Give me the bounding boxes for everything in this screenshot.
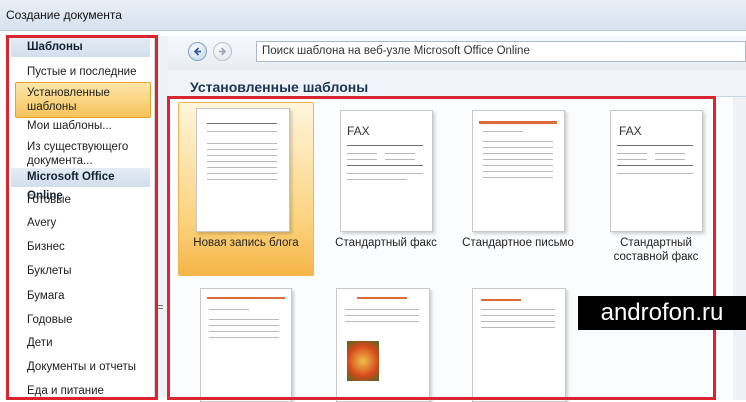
- template-thumbnail-blog: [196, 108, 290, 232]
- template-label-letter: Стандартное письмо: [462, 237, 574, 249]
- template-label-blog: Новая запись блога: [193, 237, 299, 249]
- arrow-left-icon: [193, 47, 201, 56]
- template-thumbnail-row2-1[interactable]: [200, 288, 292, 402]
- sidebar-item-kids[interactable]: Дети: [11, 336, 150, 350]
- sidebar-item-from-existing[interactable]: Из существующего документа...: [11, 140, 150, 168]
- sidebar-item-my-templates[interactable]: Мои шаблоны...: [11, 119, 150, 133]
- template-label-fax: Стандартный факс: [335, 237, 437, 249]
- splitter-grip[interactable]: [157, 305, 163, 306]
- title-bar: Создание документа: [0, 0, 746, 31]
- sidebar-item-food[interactable]: Еда и питание: [11, 384, 150, 397]
- template-search-input[interactable]: Поиск шаблона на веб-узле Microsoft Offi…: [256, 41, 746, 62]
- template-thumbnail-letter[interactable]: [472, 110, 565, 232]
- sidebar-item-installed-templates[interactable]: Установленные шаблоны: [11, 86, 150, 114]
- sidebar-header-templates: Шаблоны: [11, 38, 150, 57]
- template-label-composite-fax: Стандартный составной факс: [613, 237, 699, 263]
- sidebar-item-avery[interactable]: Avery: [11, 216, 150, 230]
- template-thumbnail-composite-fax[interactable]: FAX: [610, 110, 703, 232]
- window-title: Создание документа: [6, 8, 122, 22]
- flower-image: [347, 341, 379, 381]
- sidebar-item-documents-reports[interactable]: Документы и отчеты: [11, 360, 150, 374]
- splitter-grip[interactable]: [157, 308, 163, 309]
- sidebar-item-ready[interactable]: Готовые: [11, 193, 150, 207]
- sidebar-item-paper[interactable]: Бумага: [11, 289, 150, 303]
- watermark: androfon.ru: [578, 296, 746, 330]
- sidebar-item-business[interactable]: Бизнес: [11, 240, 150, 254]
- template-thumbnail-row2-2[interactable]: [336, 288, 430, 402]
- sidebar-item-annual[interactable]: Годовые: [11, 313, 150, 327]
- grid-scrollbar[interactable]: [733, 97, 746, 400]
- fax-thumb-text: FAX: [619, 124, 642, 138]
- template-thumbnail-row2-3[interactable]: [472, 288, 566, 402]
- back-button[interactable]: [188, 42, 207, 61]
- forward-button[interactable]: [213, 42, 232, 61]
- pane-splitter[interactable]: [154, 36, 168, 397]
- section-title: Установленные шаблоны: [190, 79, 369, 95]
- sidebar-item-blank-recent[interactable]: Пустые и последние: [11, 65, 150, 79]
- arrow-right-icon: [219, 47, 227, 56]
- sidebar-header-office-online: Microsoft Office Online: [11, 168, 150, 202]
- fax-thumb-text: FAX: [347, 124, 370, 138]
- template-thumbnail-fax[interactable]: FAX: [340, 110, 433, 232]
- category-pane: Шаблоны Пустые и последние Установленные…: [11, 36, 154, 397]
- sidebar-item-booklets[interactable]: Буклеты: [11, 264, 150, 278]
